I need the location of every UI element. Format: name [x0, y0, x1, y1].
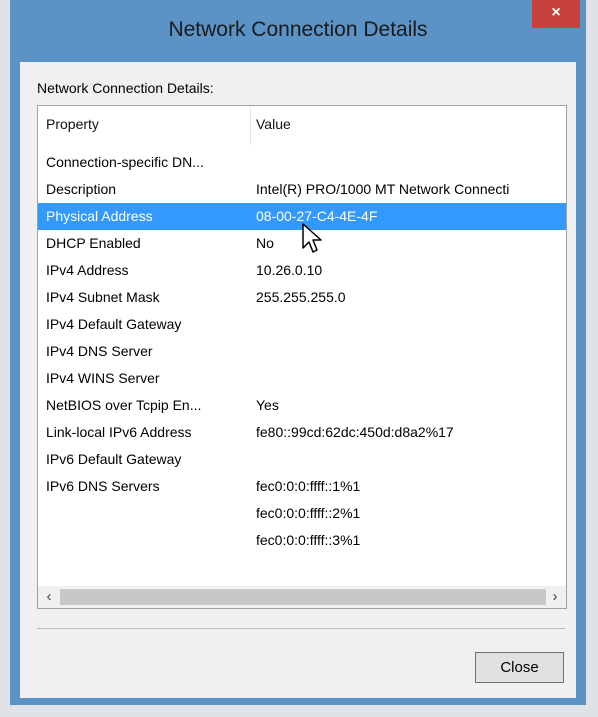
property-cell: IPv4 DNS Server — [46, 343, 153, 359]
close-icon[interactable]: × — [532, 0, 580, 28]
property-cell: Description — [46, 181, 117, 197]
column-header-property[interactable]: Property — [46, 116, 99, 132]
scroll-right-icon[interactable]: › — [546, 587, 564, 607]
list-item[interactable]: IPv4 WINS Server — [38, 365, 566, 392]
property-cell: IPv4 Default Gateway — [46, 316, 182, 332]
value-cell: fe80::99cd:62dc:450d:d8a2%17 — [256, 424, 454, 440]
scrollbar-thumb[interactable] — [60, 589, 546, 605]
value-cell: Intel(R) PRO/1000 MT Network Connecti — [256, 181, 510, 197]
property-cell: DHCP Enabled — [46, 235, 141, 251]
property-cell: Connection-specific DN... — [46, 154, 204, 170]
value-cell: 10.26.0.10 — [256, 262, 323, 278]
value-cell: fec0:0:0:ffff::3%1 — [256, 532, 361, 548]
scroll-left-icon[interactable]: ‹ — [40, 587, 58, 607]
list-item[interactable]: IPv4 Subnet Mask 255.255.255.0 — [38, 284, 566, 311]
property-cell: IPv6 DNS Servers — [46, 478, 160, 494]
property-cell: Link-local IPv6 Address — [46, 424, 192, 440]
list-item[interactable]: IPv4 Address 10.26.0.10 — [38, 257, 566, 284]
property-cell: IPv6 Default Gateway — [46, 451, 182, 467]
list-item[interactable]: IPv6 Default Gateway — [38, 446, 566, 473]
list-item[interactable]: Description Intel(R) PRO/1000 MT Network… — [38, 176, 566, 203]
column-divider[interactable] — [250, 106, 251, 145]
mouse-pointer-icon — [302, 223, 322, 253]
value-cell: fec0:0:0:ffff::2%1 — [256, 505, 361, 521]
value-cell: No — [256, 235, 274, 251]
list-item[interactable]: Connection-specific DN... — [38, 149, 566, 176]
column-header-value[interactable]: Value — [256, 116, 291, 132]
list-header: Property Value — [38, 106, 566, 145]
close-button[interactable]: Close — [475, 652, 564, 683]
property-cell: NetBIOS over Tcpip En... — [46, 397, 202, 413]
details-listview[interactable]: Property Value Connection-specific DN...… — [37, 105, 567, 609]
list-item[interactable]: Link-local IPv6 Address fe80::99cd:62dc:… — [38, 419, 566, 446]
value-cell: 255.255.255.0 — [256, 289, 346, 305]
horizontal-scrollbar[interactable]: ‹ › — [38, 586, 566, 608]
list-item[interactable]: IPv4 DNS Server — [38, 338, 566, 365]
separator-line — [37, 628, 565, 629]
value-cell: Yes — [256, 397, 279, 413]
property-cell: IPv4 Address — [46, 262, 129, 278]
dialog-body: Network Connection Details: Property Val… — [20, 62, 576, 698]
list-item[interactable]: IPv6 DNS Servers fec0:0:0:ffff::1%1 — [38, 473, 566, 500]
list-item[interactable]: fec0:0:0:ffff::3%1 — [38, 527, 566, 554]
value-cell: fec0:0:0:ffff::1%1 — [256, 478, 361, 494]
list-item[interactable]: fec0:0:0:ffff::2%1 — [38, 500, 566, 527]
details-label: Network Connection Details: — [37, 80, 214, 96]
list-item[interactable]: NetBIOS over Tcpip En... Yes — [38, 392, 566, 419]
dialog-window: Network Connection Details × Network Con… — [10, 0, 586, 705]
window-title: Network Connection Details — [168, 18, 428, 41]
title-bar[interactable]: Network Connection Details × — [10, 0, 586, 62]
property-cell: IPv4 Subnet Mask — [46, 289, 160, 305]
list-item[interactable]: IPv4 Default Gateway — [38, 311, 566, 338]
property-cell: Physical Address — [46, 208, 153, 224]
property-cell: IPv4 WINS Server — [46, 370, 160, 386]
